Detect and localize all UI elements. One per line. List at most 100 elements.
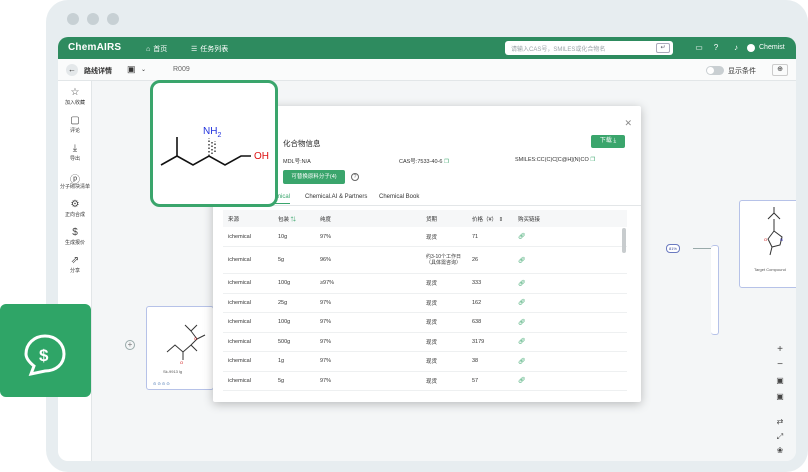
cell-source: ichemical (223, 332, 273, 352)
table-row: ichemical 100g ≥97% 现货 333 🔗︎ (223, 273, 627, 294)
search-input[interactable]: 请输入CAS号，SMILES或化合物名 ↵ (505, 41, 673, 55)
link-icon[interactable]: 🔗︎ (518, 234, 526, 240)
col-price[interactable]: 价格（¥） ⇕ (467, 210, 513, 227)
link-icon[interactable]: 🔗︎ (518, 339, 526, 345)
fullscreen-icon[interactable]: ⤢ (770, 432, 790, 442)
molecule-structure: NH2 OH (160, 126, 269, 166)
download-button[interactable]: 下载 ⤓ (591, 135, 625, 148)
home-icon: ⌂ (146, 45, 151, 53)
nav-label: 任务列表 (200, 46, 229, 53)
copy-icon[interactable]: ❐ (444, 159, 449, 165)
sidebar-item-comment[interactable]: ▢ 评论 (58, 115, 92, 134)
palette-icon[interactable]: ❀ (770, 446, 790, 455)
window-dot (67, 13, 79, 25)
table-scrollbar[interactable] (622, 228, 626, 253)
copy-icon[interactable]: ❐ (590, 157, 595, 163)
nav-home[interactable]: ⌂ 首页 (146, 44, 167, 54)
close-icon[interactable]: ✕ (624, 118, 632, 129)
link-icon[interactable]: 🔗︎ (518, 359, 526, 365)
cell-purity: 97% (315, 227, 421, 247)
svg-text:N: N (780, 237, 783, 242)
sidebar-item-label: 加入收藏 (64, 100, 85, 106)
replaceable-molecules-button[interactable]: 可替换原料分子(4) (283, 170, 345, 184)
cell-pack: 10g (273, 227, 315, 247)
target-structure: O N (764, 207, 783, 256)
screenshot-icon[interactable]: ▣ (770, 392, 790, 401)
cell-purity: 97% (315, 332, 421, 352)
search-submit-button[interactable]: ↵ (656, 43, 670, 53)
link-icon[interactable]: 🔗︎ (518, 320, 526, 326)
link-icon[interactable]: 🔗︎ (518, 281, 526, 287)
cas-value: CAS号:7533-40-6 (399, 159, 443, 165)
fit-view-icon[interactable]: ▣ (770, 376, 790, 385)
mdl-number: MDL号:N/A (283, 159, 311, 165)
calendar-icon[interactable]: ▣ (127, 64, 136, 75)
conditions-toggle[interactable] (706, 66, 724, 75)
node-actions[interactable]: ⊙ ⊙ ⊙ ⊙ (153, 381, 170, 386)
help-icon[interactable]: ? (351, 173, 359, 181)
user-name[interactable]: Chemist (759, 44, 785, 51)
reactant-node[interactable]: O O Sk-9913 lg ⊙ ⊙ ⊙ ⊙ (146, 306, 214, 390)
cell-price: 333 (467, 273, 513, 294)
back-button[interactable]: ← (66, 64, 78, 76)
col-lead-time: 货期 (421, 210, 467, 227)
table-row: ichemical 25g 97% 现货 162 🔗︎ (223, 293, 627, 313)
target-icon[interactable]: ⊕ (772, 64, 788, 76)
smiles: SMILES:CC(C)C[C@H](N)CO ❐ (515, 157, 595, 163)
cell-pack: 5g (273, 246, 315, 274)
table-row: ichemical 5g 97% 现货 57 🔗︎ (223, 371, 627, 391)
cell-price: 162 (467, 293, 513, 313)
zoom-out-icon[interactable]: − (770, 359, 790, 370)
download-label: 下载 (599, 138, 612, 144)
help-icon[interactable]: ? (711, 43, 721, 53)
cell-price: 638 (467, 312, 513, 333)
sidebar-item-quote[interactable]: $ 生成报价 (58, 227, 92, 246)
app-logo[interactable]: ChemAIRS (68, 42, 121, 53)
sidebar: ☆ 加入收藏 ▢ 评论 ⤓ 导出 ⓟ 分子砌块清单 ⚙ 正向合成 $ 生成报价 ⇗ 分享 (58, 81, 92, 461)
share-icon: ⇗ (70, 255, 80, 266)
target-node[interactable]: O N Target Compound (739, 200, 796, 288)
col-buy-link: 购买链接 (513, 210, 627, 227)
download-icon: ⤓ (72, 143, 78, 154)
zoom-in-icon[interactable]: + (770, 344, 790, 355)
search-placeholder: 请输入CAS号，SMILES或化合物名 (511, 47, 606, 53)
table-row: ichemical 500g 97% 现货 3179 🔗︎ (223, 332, 627, 352)
window-dot (107, 13, 119, 25)
sidebar-item-share[interactable]: ⇗ 分享 (58, 255, 92, 274)
smiles-value: SMILES:CC(C)C[C@H](N)CO (515, 157, 589, 163)
cell-source: ichemical (223, 246, 273, 274)
sidebar-item-label: 正向合成 (64, 212, 85, 218)
tab-chemical-ai[interactable]: Chemical.AI & Partners (305, 194, 367, 200)
sort-icon[interactable]: ⇅ (291, 217, 297, 223)
sidebar-item-forward-synthesis[interactable]: ⚙ 正向合成 (58, 199, 92, 218)
tab-chemical-book[interactable]: Chemical Book (379, 194, 419, 200)
forward-synthesis-icon: ⚙ (70, 199, 80, 210)
link-icon[interactable]: 🔗︎ (518, 258, 526, 264)
table-row: ichemical 10g 97% 现货 71 🔗︎ (223, 227, 627, 247)
chevron-down-icon[interactable]: ⌄ (141, 66, 146, 73)
cell-purity: 97% (315, 312, 421, 333)
sidebar-item-export[interactable]: ⤓ 导出 (58, 143, 92, 162)
avatar[interactable] (747, 44, 755, 52)
cell-source: ichemical (223, 227, 273, 247)
sidebar-item-label: 评论 (69, 128, 80, 134)
message-icon[interactable]: ▭ (694, 43, 704, 53)
nav-tasks[interactable]: ☰ 任务列表 (191, 44, 228, 54)
sidebar-item-label: 生成报价 (64, 240, 85, 246)
bell-icon[interactable]: ♪ (731, 43, 741, 53)
swap-icon[interactable]: ⇄ (770, 417, 790, 426)
cell-lead-time: 现货 (421, 371, 467, 391)
dollar-chat-icon: $ (24, 334, 66, 377)
expand-node-button[interactable]: + (125, 340, 135, 350)
col-pack[interactable]: 包装 ⇅ (273, 210, 315, 227)
cell-pack: 100g (273, 312, 315, 333)
link-icon[interactable]: 🔗︎ (518, 300, 526, 306)
yield-badge[interactable]: 81% (666, 244, 680, 253)
sidebar-item-favorite[interactable]: ☆ 加入收藏 (58, 87, 92, 106)
cell-source: ichemical (223, 293, 273, 313)
sidebar-item-building-blocks[interactable]: ⓟ 分子砌块清单 (58, 171, 92, 190)
nav-label: 首页 (153, 46, 168, 53)
cell-price: 26 (467, 246, 513, 274)
sidebar-item-label: 导出 (69, 156, 80, 162)
link-icon[interactable]: 🔗︎ (518, 378, 526, 384)
